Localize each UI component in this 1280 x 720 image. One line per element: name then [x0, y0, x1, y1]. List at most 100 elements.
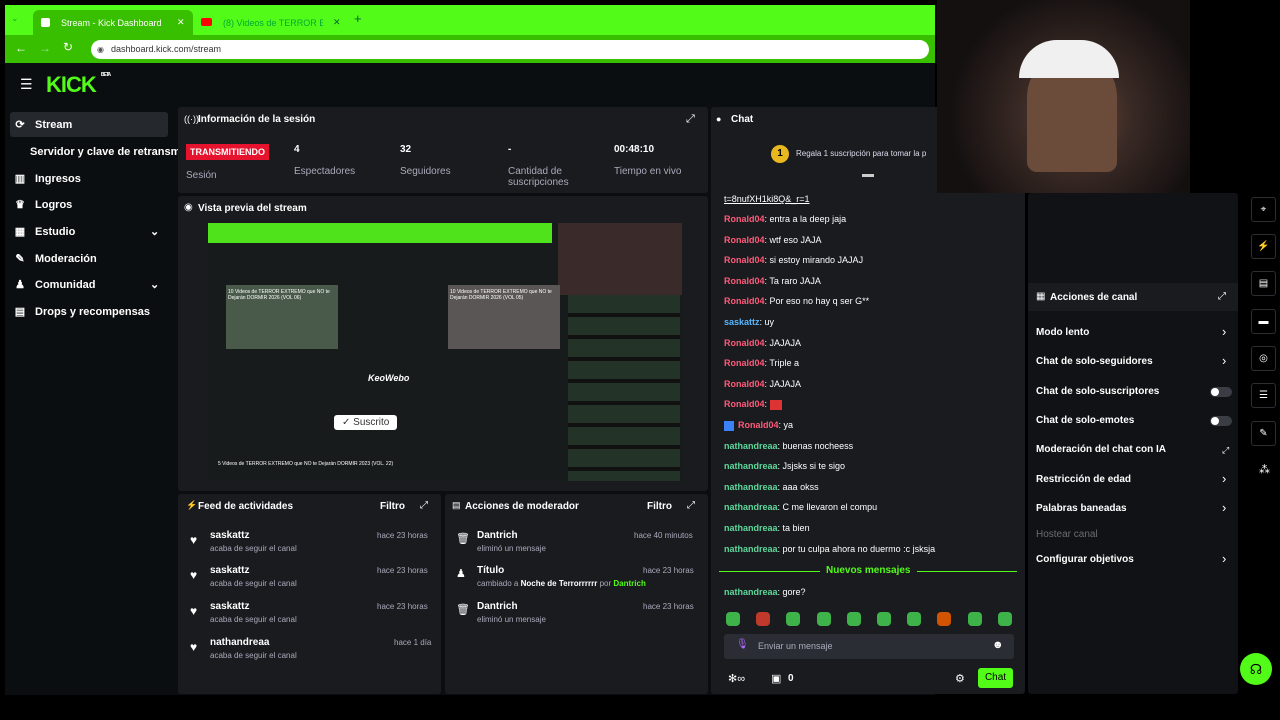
emote-button[interactable] — [907, 612, 922, 626]
chat-icon[interactable]: ▬ — [1251, 309, 1276, 334]
chat-title: Chat — [731, 114, 754, 125]
chat-username[interactable]: saskattz — [724, 317, 760, 327]
chat-username[interactable]: Ronald04 — [724, 276, 765, 286]
share-icon[interactable]: ⁂ — [1259, 463, 1270, 476]
chat-message: Ronald04: JAJAJA — [724, 337, 802, 348]
toggle-switch[interactable] — [1210, 387, 1232, 397]
chat-settings-icon[interactable]: ⚙ — [955, 672, 965, 685]
document-icon[interactable]: ▤ — [1251, 271, 1276, 296]
channel-action-4[interactable]: Moderación del chat con IA — [1036, 444, 1166, 455]
gift-sub-promo[interactable]: Regala 1 suscripción para tomar la p — [796, 149, 934, 158]
close-icon[interactable]: ✕ — [333, 17, 341, 28]
chart-icon: ▥ — [14, 173, 26, 185]
sidebar-item-moderacion[interactable]: ✎ Moderación — [10, 246, 168, 271]
back-arrow-icon[interactable]: ← — [15, 41, 27, 55]
chat-text: Triple a — [769, 358, 800, 369]
activity-time: hace 23 horas — [377, 531, 428, 540]
emoji-icon[interactable]: ☻ — [992, 639, 1004, 651]
external-link-icon: ⤢ — [1222, 445, 1230, 455]
forward-arrow-icon[interactable]: → — [39, 41, 51, 55]
emote-button[interactable] — [756, 612, 771, 626]
channel-action-1[interactable]: Chat de solo-seguidores — [1036, 356, 1153, 367]
chat-link[interactable]: t=8nufXH1ki8Q&_r=1 — [724, 194, 810, 204]
chat-username[interactable]: nathandreaa — [724, 523, 778, 533]
emote-button[interactable] — [877, 612, 891, 626]
mod-action: eliminó un mensaje — [477, 544, 546, 553]
sidebar-item-estudio[interactable]: ▦ Estudio ⌄ — [10, 219, 168, 244]
chat-username[interactable]: Ronald04 — [724, 255, 765, 265]
channel-action-3[interactable]: Chat de solo-emotes — [1036, 415, 1134, 426]
chat-username[interactable]: Ronald04 — [724, 399, 765, 409]
chat-username[interactable]: nathandreaa — [724, 502, 778, 512]
stream-preview-video[interactable]: 10 Videos de TERROR EXTREMO que NO te De… — [208, 223, 682, 481]
url-input[interactable]: ◉ dashboard.kick.com/stream — [91, 40, 929, 59]
chat-send-button[interactable]: Chat — [978, 668, 1013, 688]
microphone-icon[interactable]: 🎙 — [736, 639, 749, 650]
expand-icon[interactable]: ⤢ — [420, 500, 428, 511]
grid-icon: ▦ — [14, 226, 26, 238]
bolt-icon[interactable]: ⚡ — [1251, 234, 1276, 259]
new-tab-plus-icon[interactable]: + — [354, 11, 362, 26]
expand-icon[interactable]: ⤢ — [1218, 291, 1226, 302]
emote-button[interactable] — [937, 612, 952, 626]
site-info-icon[interactable]: ◉ — [97, 40, 104, 59]
channel-action-8[interactable]: Configurar objetivos — [1036, 554, 1134, 565]
chevron-right-icon: › — [1222, 500, 1227, 515]
close-icon[interactable]: ✕ — [177, 17, 185, 28]
chat-username[interactable]: nathandreaa — [724, 544, 778, 554]
chat-username[interactable]: Ronald04 — [724, 235, 765, 245]
chat-username[interactable]: Ronald04 — [724, 214, 765, 224]
points-icon[interactable]: ✻∞ — [728, 672, 745, 685]
emote-button[interactable] — [967, 612, 982, 626]
tab-list-button[interactable]: ⌄ — [11, 13, 19, 24]
channel-action-0[interactable]: Modo lento — [1036, 327, 1089, 338]
chat-username[interactable]: Ronald04 — [724, 338, 765, 348]
video-title: 10 Videos de TERROR EXTREMO que NO te De… — [450, 289, 552, 301]
video-caption: 5 Videos de TERROR EXTREMO que NO te Dej… — [218, 461, 394, 467]
chat-username[interactable]: Ronald04 — [724, 296, 765, 306]
kick-logo[interactable]: KICK BETA — [46, 72, 111, 98]
chat-text: Por eso no hay q ser G** — [769, 296, 870, 307]
expand-icon[interactable]: ⤢ — [687, 500, 695, 511]
emote-button[interactable] — [997, 612, 1012, 626]
channel-action-2[interactable]: Chat de solo-suscriptores — [1036, 386, 1159, 397]
chat-username[interactable]: nathandreaa — [724, 441, 778, 451]
followers-value: 32 — [400, 144, 412, 155]
sidebar-item-drops[interactable]: ▤ Drops y recompensas — [10, 299, 168, 324]
chat-input[interactable]: 🎙 Enviar un mensaje ☻ — [724, 634, 1014, 659]
emote-button[interactable] — [816, 612, 831, 626]
chat-text: C me llevaron el compu — [782, 502, 878, 513]
tab-youtube[interactable]: (8) Videos de TERROR EXTR ✕ — [195, 10, 347, 36]
reload-icon[interactable]: ↻ — [63, 40, 73, 54]
sidebar-item-stream[interactable]: ⟳ Stream — [10, 112, 168, 137]
sidebar-item-logros[interactable]: ♛ Logros — [10, 192, 168, 217]
chat-scroll-handle[interactable] — [862, 174, 874, 177]
tab-kick-dashboard[interactable]: Stream - Kick Dashboard ✕ — [33, 10, 193, 36]
chat-username[interactable]: nathandreaa — [724, 587, 778, 597]
chat-username[interactable]: nathandreaa — [724, 482, 778, 492]
support-headset-button[interactable]: ☊ — [1240, 653, 1272, 685]
channel-action-6[interactable]: Palabras baneadas — [1036, 503, 1127, 514]
sidebar-item-ingresos[interactable]: ▥ Ingresos — [10, 166, 168, 191]
chat-username[interactable]: Ronald04 — [738, 420, 779, 430]
chat-username[interactable]: Ronald04 — [724, 379, 765, 389]
broadcast-icon[interactable]: ◎ — [1251, 346, 1276, 371]
sidebar-item-server-key[interactable]: Servidor y clave de retransm — [30, 139, 178, 164]
menu-icon[interactable]: ☰ — [20, 76, 33, 93]
emote-button[interactable] — [726, 612, 740, 626]
emote-button[interactable] — [786, 612, 801, 626]
scan-icon[interactable]: ⌖ — [1251, 197, 1276, 222]
emote-button[interactable] — [846, 612, 861, 626]
filter-button[interactable]: Filtro — [380, 501, 405, 512]
toggle-switch[interactable] — [1210, 416, 1232, 426]
address-bar: ← → ↻ ◉ dashboard.kick.com/stream — [5, 35, 935, 63]
sidebar-item-comunidad[interactable]: ♟ Comunidad ⌄ — [10, 272, 168, 297]
chat-username[interactable]: nathandreaa — [724, 461, 778, 471]
webcam-overlay — [937, 0, 1190, 193]
list-icon[interactable]: ☰ — [1251, 383, 1276, 408]
chat-username[interactable]: Ronald04 — [724, 358, 765, 368]
expand-icon[interactable]: ⤢ — [686, 113, 695, 126]
wrench-icon[interactable]: ✎ — [1251, 421, 1276, 446]
filter-button[interactable]: Filtro — [647, 501, 672, 512]
channel-action-5[interactable]: Restricción de edad — [1036, 474, 1131, 485]
